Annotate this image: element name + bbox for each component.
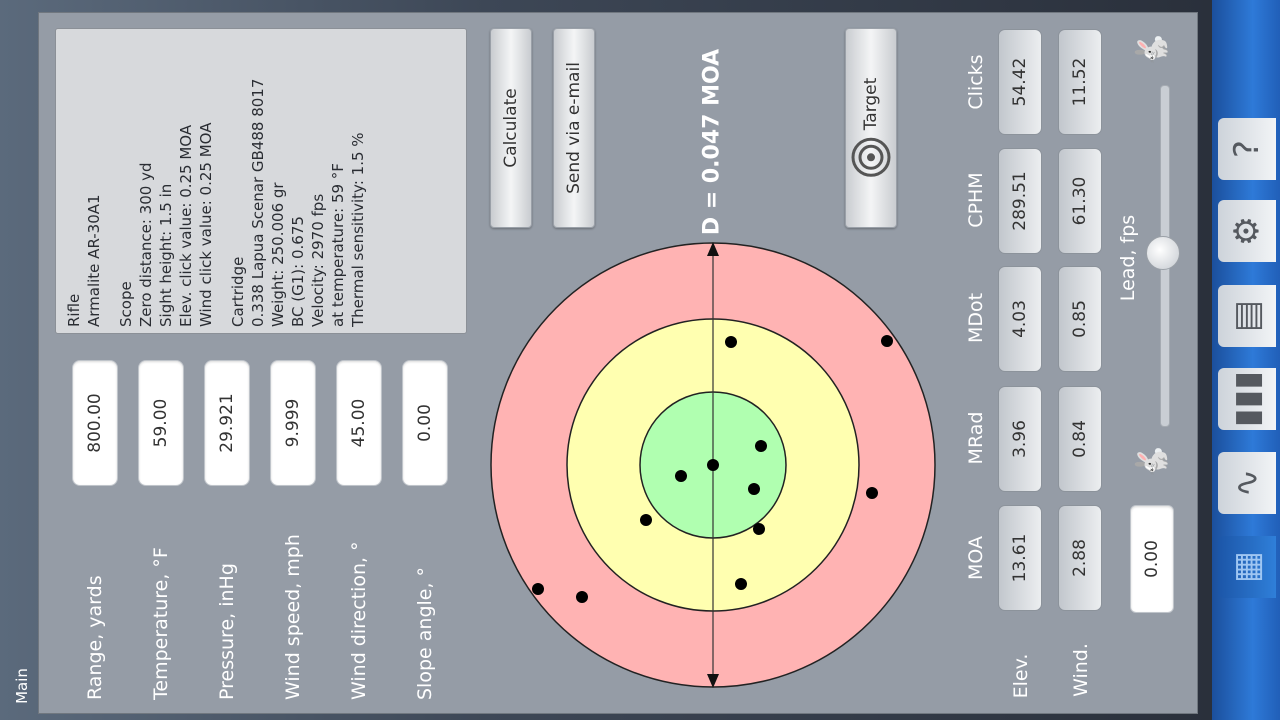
elev-mdot-value: 4.03 — [998, 266, 1042, 372]
rifle-button[interactable]: ∿ — [1218, 452, 1276, 514]
info-line: BC (G1): 0.675 — [289, 216, 307, 327]
distance-label: D = 0.047 MOA — [699, 48, 725, 236]
info-line: Thermal sensitivity: 1.5 % — [349, 132, 367, 327]
range-input[interactable]: 800.00 — [72, 360, 118, 486]
navigation-rail — [1212, 0, 1280, 720]
elev-clicks-value: 54.42 — [998, 29, 1042, 135]
target-icon — [851, 137, 891, 177]
info-line: Elev. click value: 0.25 MOA — [177, 124, 195, 327]
help-icon: ? — [1227, 139, 1267, 159]
info-line: Sight height: 1.5 in — [157, 183, 175, 327]
header-clicks: Clicks — [965, 54, 987, 110]
target-button[interactable]: Target — [845, 28, 897, 228]
target-view[interactable] — [488, 236, 938, 694]
rifle-icon: ∿ — [1227, 468, 1267, 498]
settings-button[interactable]: ⚙ — [1218, 200, 1276, 262]
info-line: Velocity: 2970 fps — [309, 193, 327, 327]
info-line: Scope — [117, 281, 135, 327]
send-email-button[interactable]: Send via e-mail — [553, 28, 595, 228]
lead-input[interactable]: 0.00 — [1130, 505, 1174, 613]
info-line: 0.338 Lapua Scenar GB488 8017 — [249, 78, 267, 327]
info-line: at temperature: 59 °F — [329, 163, 347, 327]
info-line: Zero distance: 300 yd — [137, 162, 155, 327]
shot-hole — [576, 591, 588, 603]
temperature-label: Temperature, °F — [150, 547, 172, 700]
info-line: Armalite AR-30A1 — [85, 194, 103, 327]
temperature-input[interactable]: 59.00 — [138, 360, 184, 486]
shot-hole — [532, 583, 544, 595]
info-line: Wind click value: 0.25 MOA — [197, 122, 215, 327]
profile-info-text: Rifle Armalite AR-30A1 Scope Zero distan… — [64, 37, 464, 327]
slope-angle-input[interactable]: 0.00 — [402, 360, 448, 486]
wind-speed-input[interactable]: 9.999 — [270, 360, 316, 486]
wind-mdot-value: 0.85 — [1058, 266, 1102, 372]
wind-moa-value: 2.88 — [1058, 505, 1102, 611]
shot-hole — [748, 483, 760, 495]
list-icon: ▤ — [1227, 299, 1267, 333]
elev-moa-value: 13.61 — [998, 505, 1042, 611]
header-cphm: CPHM — [965, 172, 987, 228]
shot-hole — [866, 487, 878, 499]
wind-cphm-value: 61.30 — [1058, 148, 1102, 254]
info-line: Cartridge — [229, 256, 247, 327]
calculator-tab[interactable]: ▦ — [1218, 536, 1276, 598]
wind-mrad-value: 0.84 — [1058, 386, 1102, 492]
profile-info-box: Rifle Armalite AR-30A1 Scope Zero distan… — [55, 28, 467, 334]
fast-rabbit-icon: 🐇 — [1134, 31, 1170, 69]
shot-hole — [753, 523, 765, 535]
help-button[interactable]: ? — [1218, 118, 1276, 180]
calculate-button[interactable]: Calculate — [490, 28, 532, 228]
wind-direction-input[interactable]: 45.00 — [336, 360, 382, 486]
shot-hole — [735, 578, 747, 590]
shot-hole — [675, 470, 687, 482]
shot-hole — [707, 459, 719, 471]
slow-rabbit-icon: 🐇 — [1134, 443, 1170, 481]
info-line: Weight: 250.006 gr — [269, 182, 287, 327]
cartridges-icon: ▮▮▮ — [1227, 370, 1267, 428]
wind-speed-label: Wind speed, mph — [282, 534, 304, 700]
row-label-wind: Wind. — [1070, 643, 1092, 697]
header-mdot: MDot — [965, 292, 987, 344]
shot-hole — [640, 514, 652, 526]
slope-angle-label: Slope angle, ° — [414, 566, 436, 700]
shot-hole — [881, 335, 893, 347]
row-label-elev: Elev. — [1010, 653, 1032, 699]
header-moa: MOA — [965, 535, 987, 581]
wind-clicks-value: 11.52 — [1058, 29, 1102, 135]
info-line: Rifle — [65, 293, 83, 327]
header-mrad: MRad — [965, 411, 987, 465]
wind-direction-label: Wind direction, ° — [348, 541, 370, 700]
lead-slider-thumb[interactable] — [1146, 236, 1180, 270]
elev-cphm-value: 289.51 — [998, 148, 1042, 254]
list-button[interactable]: ▤ — [1218, 285, 1276, 347]
pressure-label: Pressure, inHg — [216, 563, 238, 700]
range-label: Range, yards — [84, 575, 106, 700]
pressure-input[interactable]: 29.921 — [204, 360, 250, 486]
screen-title: Main — [13, 668, 31, 704]
cartridges-button[interactable]: ▮▮▮ — [1218, 368, 1276, 430]
calculator-icon: ▦ — [1227, 550, 1267, 584]
settings-icon: ⚙ — [1227, 215, 1267, 247]
elev-mrad-value: 3.96 — [998, 386, 1042, 492]
lead-label: Lead, fps — [1117, 214, 1139, 302]
shot-hole — [725, 336, 737, 348]
shot-hole — [755, 440, 767, 452]
